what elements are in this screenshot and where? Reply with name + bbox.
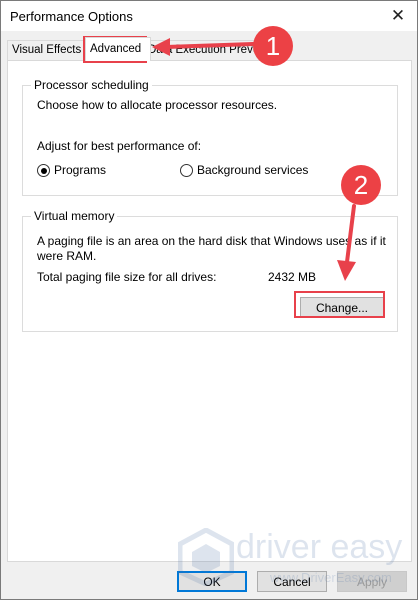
close-icon[interactable]: ✕ — [387, 5, 409, 27]
title-bar: Performance Options ✕ — [1, 1, 417, 31]
window-title: Performance Options — [10, 9, 133, 24]
tab-visual-effects[interactable]: Visual Effects — [7, 40, 90, 60]
background-services-radio[interactable] — [180, 164, 193, 177]
background-services-radio-label[interactable]: Background services — [197, 163, 308, 177]
watermark-brand: driver easy — [236, 528, 403, 566]
tab-label: Advanced — [90, 43, 142, 55]
driver-easy-logo-icon — [178, 528, 234, 586]
virtual-memory-description-line2: were RAM. — [37, 249, 97, 263]
watermark: driver easy www.DriverEasy.com — [178, 524, 414, 594]
step-2-badge: 2 — [341, 165, 381, 205]
processor-description: Choose how to allocate processor resourc… — [37, 98, 278, 112]
tab-label: Visual Effects — [12, 44, 82, 56]
change-button-highlight — [294, 291, 385, 318]
watermark-url: www.DriverEasy.com — [270, 570, 392, 585]
tab-advanced[interactable]: Advanced — [85, 37, 151, 61]
adjust-label: Adjust for best performance of: — [37, 139, 202, 153]
total-paging-label: Total paging file size for all drives: — [37, 270, 217, 284]
total-paging-value: 2432 MB — [268, 270, 317, 284]
tab-strip: Visual Effects Advanced Data Execution P… — [1, 37, 417, 61]
programs-radio-label[interactable]: Programs — [54, 163, 106, 177]
programs-radio[interactable] — [37, 164, 50, 177]
group-title: Virtual memory — [31, 209, 118, 223]
group-title: Processor scheduling — [31, 78, 152, 92]
step-1-badge: 1 — [253, 26, 293, 66]
virtual-memory-description-line1: A paging file is an area on the hard dis… — [37, 234, 386, 248]
